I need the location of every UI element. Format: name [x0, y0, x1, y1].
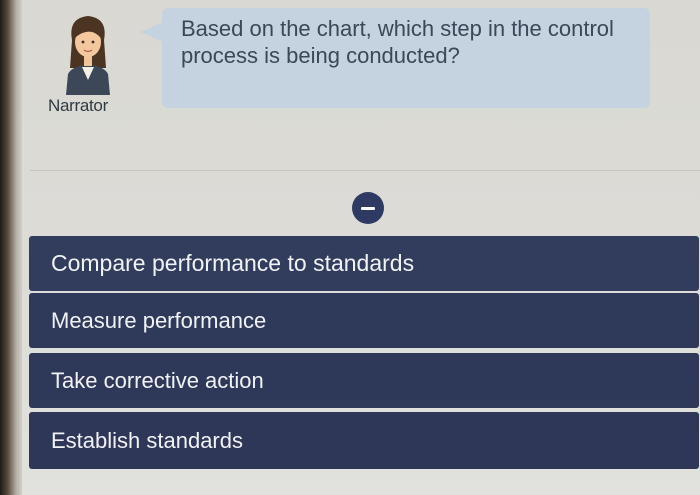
divider	[30, 170, 700, 171]
narrator-avatar-icon	[66, 16, 110, 95]
answer-option-compare-performance[interactable]: Compare performance to standards	[29, 236, 699, 291]
question-text: Based on the chart, which step in the co…	[181, 16, 614, 68]
answer-option-take-corrective-action[interactable]: Take corrective action	[29, 353, 699, 408]
narrator-label: Narrator	[48, 96, 108, 115]
answer-option-establish-standards[interactable]: Establish standards	[29, 412, 699, 469]
minus-circle-icon	[361, 206, 375, 210]
collapse-button[interactable]	[352, 192, 384, 224]
speech-bubble-tail	[140, 22, 164, 42]
answer-option-measure-performance[interactable]: Measure performance	[29, 293, 699, 348]
screen-edge	[0, 0, 22, 495]
